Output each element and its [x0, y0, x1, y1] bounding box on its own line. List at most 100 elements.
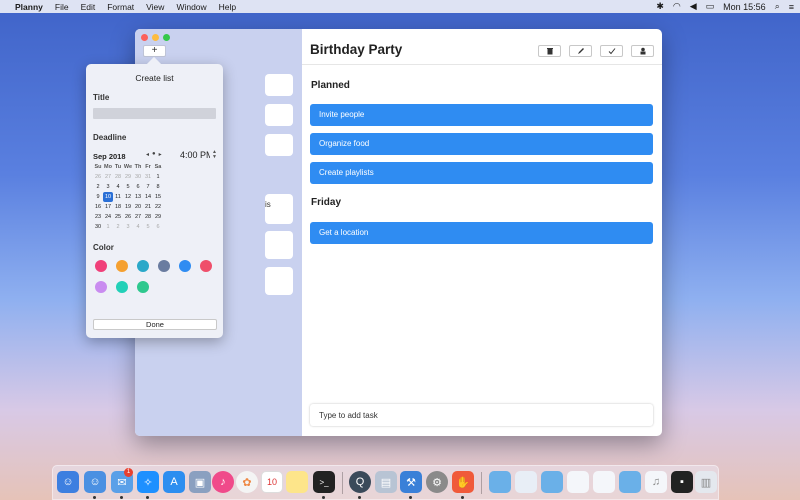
- color-swatch[interactable]: [137, 281, 149, 293]
- calendar-day[interactable]: 29: [123, 172, 133, 182]
- calendar-day[interactable]: 4: [133, 222, 143, 232]
- calendar-day[interactable]: 8: [153, 182, 163, 192]
- sidebar-list-card[interactable]: [265, 267, 293, 295]
- next-month-icon[interactable]: ▸: [159, 151, 162, 158]
- menu-edit[interactable]: Edit: [81, 2, 96, 12]
- finder-app-icon[interactable]: ☺: [84, 471, 106, 493]
- menu-window[interactable]: Window: [176, 2, 206, 12]
- close-window-button[interactable]: [141, 34, 148, 41]
- notes-icon[interactable]: [286, 471, 308, 493]
- sidebar-list-card[interactable]: [265, 104, 293, 126]
- calendar-day[interactable]: 28: [113, 172, 123, 182]
- calendar-day[interactable]: 2: [93, 182, 103, 192]
- app-store-icon[interactable]: A: [163, 471, 185, 493]
- calendar-day[interactable]: 6: [153, 222, 163, 232]
- sidebar-list-card[interactable]: is: [265, 194, 293, 224]
- xcode-icon[interactable]: ⚒: [400, 471, 422, 493]
- edit-button[interactable]: [569, 45, 592, 57]
- calendar-day[interactable]: 3: [103, 182, 113, 192]
- trash-icon[interactable]: ▥: [695, 471, 717, 493]
- calendar-day[interactable]: 24: [103, 212, 113, 222]
- photos-icon[interactable]: ✿: [236, 471, 258, 493]
- menu-view[interactable]: View: [146, 2, 164, 12]
- calendar-day[interactable]: 7: [143, 182, 153, 192]
- calendar-day[interactable]: 12: [123, 192, 133, 202]
- calendar-day[interactable]: 23: [93, 212, 103, 222]
- image-capture-icon[interactable]: ▤: [375, 471, 397, 493]
- calendar-icon[interactable]: 10: [261, 471, 283, 493]
- clock[interactable]: Mon 15:56: [723, 2, 766, 12]
- add-task-input[interactable]: [310, 404, 653, 426]
- calendar-day[interactable]: 19: [123, 202, 133, 212]
- sidebar-list-card[interactable]: [265, 134, 293, 156]
- calendar-day[interactable]: 30: [133, 172, 143, 182]
- task-item[interactable]: Organize food: [310, 133, 653, 155]
- task-item[interactable]: Get a location: [310, 222, 653, 244]
- calendar-day[interactable]: 14: [143, 192, 153, 202]
- time-stepper-icon[interactable]: ▲ ▼: [212, 150, 217, 160]
- calendar-day[interactable]: 1: [103, 222, 113, 232]
- calendar-day[interactable]: 18: [113, 202, 123, 212]
- battery-icon[interactable]: ▭: [706, 1, 715, 12]
- menu-help[interactable]: Help: [219, 2, 236, 12]
- calendar-day[interactable]: 21: [143, 202, 153, 212]
- document-icon[interactable]: [593, 471, 615, 493]
- complete-button[interactable]: [600, 45, 623, 57]
- color-swatch[interactable]: [116, 260, 128, 272]
- document-icon[interactable]: [515, 471, 537, 493]
- share-button[interactable]: [631, 45, 654, 57]
- preview-icon[interactable]: ▣: [189, 471, 211, 493]
- terminal-document-icon[interactable]: ▪: [671, 471, 693, 493]
- calendar-day[interactable]: 25: [113, 212, 123, 222]
- calendar-day[interactable]: 20: [133, 202, 143, 212]
- color-swatch[interactable]: [137, 260, 149, 272]
- add-list-button[interactable]: +: [143, 45, 166, 57]
- control-center-icon[interactable]: ≡: [789, 2, 794, 12]
- calendar-day[interactable]: 31: [143, 172, 153, 182]
- folder-icon[interactable]: [541, 471, 563, 493]
- calendar-day[interactable]: 27: [103, 172, 113, 182]
- bluetooth-icon[interactable]: ✱: [656, 1, 664, 12]
- music-icon[interactable]: ♪: [212, 471, 234, 493]
- sidebar-list-card[interactable]: [265, 231, 293, 259]
- calendar-day[interactable]: 29: [153, 212, 163, 222]
- prev-month-icon[interactable]: ◂: [146, 151, 149, 158]
- calendar-day[interactable]: 22: [153, 202, 163, 212]
- minimize-window-button[interactable]: [152, 34, 159, 41]
- color-swatch[interactable]: [95, 260, 107, 272]
- volume-icon[interactable]: ◀: [690, 1, 697, 12]
- color-swatch[interactable]: [179, 260, 191, 272]
- finder-icon[interactable]: ☺: [57, 471, 79, 493]
- zoom-window-button[interactable]: [163, 34, 170, 41]
- calendar-day[interactable]: 1: [153, 172, 163, 182]
- calendar-day[interactable]: 17: [103, 202, 113, 212]
- calendar-day[interactable]: 30: [93, 222, 103, 232]
- title-field[interactable]: [93, 108, 216, 119]
- calendar-day[interactable]: 15: [153, 192, 163, 202]
- document-icon[interactable]: [567, 471, 589, 493]
- trash-button[interactable]: [538, 45, 561, 57]
- calendar-day[interactable]: 11: [113, 192, 123, 202]
- menu-file[interactable]: File: [55, 2, 69, 12]
- calendar-day[interactable]: 13: [133, 192, 143, 202]
- color-swatch[interactable]: [200, 260, 212, 272]
- terminal-icon[interactable]: >_: [313, 471, 335, 493]
- calendar-day[interactable]: 26: [93, 172, 103, 182]
- folder-icon[interactable]: [619, 471, 641, 493]
- sidebar-list-card[interactable]: [265, 74, 293, 96]
- calendar-day[interactable]: 5: [143, 222, 153, 232]
- audio-file-icon[interactable]: ♫: [645, 471, 667, 493]
- done-button[interactable]: Done: [93, 319, 217, 330]
- today-icon[interactable]: ●: [152, 151, 156, 158]
- wifi-icon[interactable]: ◠: [673, 1, 681, 12]
- calendar-day[interactable]: 26: [123, 212, 133, 222]
- quicktime-icon[interactable]: Q: [349, 471, 371, 493]
- task-item[interactable]: Invite people: [310, 104, 653, 126]
- menu-format[interactable]: Format: [107, 2, 134, 12]
- planny-icon[interactable]: ✋: [452, 471, 474, 493]
- task-item[interactable]: Create playlists: [310, 162, 653, 184]
- folder-icon[interactable]: [489, 471, 511, 493]
- calendar-day[interactable]: 5: [123, 182, 133, 192]
- calendar-day[interactable]: 9: [93, 192, 103, 202]
- calendar-day[interactable]: 3: [123, 222, 133, 232]
